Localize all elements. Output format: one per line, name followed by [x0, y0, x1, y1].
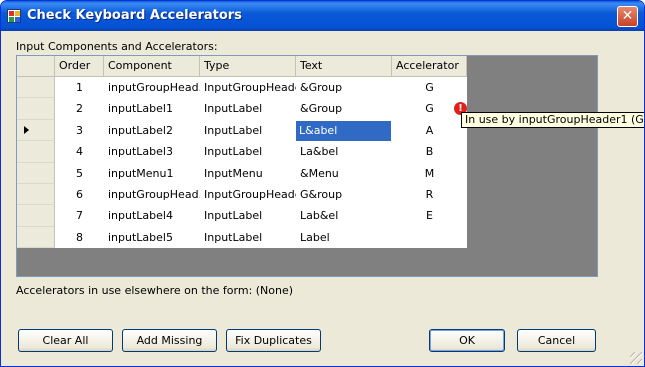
- table-row[interactable]: 1 inputGroupHead… InputGroupHeader &Group G: [17, 77, 467, 99]
- clear-all-button[interactable]: Clear All: [18, 329, 113, 352]
- type-cell[interactable]: InputMenu: [200, 163, 296, 184]
- accelerators-grid[interactable]: Order Component Type Text Accelerator 1i…: [16, 55, 598, 277]
- accelerator-cell[interactable]: B: [392, 141, 467, 162]
- grid-header: Order Component Type Text Accelerator: [17, 56, 467, 77]
- row-header[interactable]: [17, 98, 55, 120]
- accelerator-cell[interactable]: A: [392, 120, 467, 141]
- type-cell[interactable]: InputLabel: [200, 141, 296, 162]
- text-cell[interactable]: &Group: [296, 77, 392, 98]
- text-cell-editor[interactable]: L&abel: [296, 120, 391, 141]
- column-header-accelerator[interactable]: Accelerator: [392, 56, 467, 76]
- order-cell[interactable]: 4: [55, 141, 104, 162]
- column-header-component[interactable]: Component: [104, 56, 200, 76]
- order-cell[interactable]: 1: [55, 77, 104, 98]
- grid-label: Input Components and Accelerators:: [16, 40, 218, 53]
- accelerator-cell[interactable]: E: [392, 205, 467, 226]
- window-title: Check Keyboard Accelerators: [27, 8, 242, 23]
- accelerator-cell[interactable]: [392, 227, 467, 248]
- close-button[interactable]: ✕: [617, 6, 638, 27]
- type-cell[interactable]: InputLabel: [200, 98, 296, 119]
- elsewhere-accelerators-text: Accelerators in use elsewhere on the for…: [16, 284, 294, 297]
- order-cell[interactable]: 3: [55, 120, 104, 141]
- add-missing-button[interactable]: Add Missing: [122, 329, 217, 352]
- column-header-text[interactable]: Text: [296, 56, 392, 76]
- text-cell[interactable]: &Group: [296, 98, 392, 119]
- row-header[interactable]: [17, 77, 55, 99]
- table-row[interactable]: 6 inputGroupHead… InputGroupHeader G&roup R: [17, 183, 467, 206]
- type-cell[interactable]: InputLabel: [200, 227, 296, 248]
- text-cell[interactable]: Label: [296, 227, 392, 248]
- row-header[interactable]: [17, 141, 55, 163]
- duplicate-tooltip: In use by inputGroupHeader1 (Group): [461, 112, 644, 128]
- text-cell[interactable]: &Menu: [296, 163, 392, 184]
- component-cell[interactable]: inputMenu1: [104, 163, 200, 184]
- table-row[interactable]: 3 inputLabel2 InputLabel L&abel A: [17, 119, 467, 142]
- row-header[interactable]: [17, 162, 55, 184]
- order-cell[interactable]: 7: [55, 205, 104, 226]
- table-row[interactable]: 4 inputLabel3 InputLabel La&bel B: [17, 141, 467, 163]
- cancel-button[interactable]: Cancel: [517, 329, 596, 352]
- order-cell[interactable]: 6: [55, 184, 104, 205]
- text-cell[interactable]: G&roup: [296, 184, 392, 205]
- component-cell[interactable]: inputGroupHead…: [104, 184, 200, 205]
- current-row-arrow-icon: [24, 125, 29, 134]
- ok-button[interactable]: OK: [429, 329, 505, 352]
- row-header[interactable]: [17, 226, 55, 249]
- order-cell[interactable]: 5: [55, 163, 104, 184]
- accelerator-cell[interactable]: R: [392, 184, 467, 205]
- type-cell[interactable]: InputLabel: [200, 120, 296, 141]
- accelerator-cell[interactable]: M: [392, 163, 467, 184]
- component-cell[interactable]: inputLabel1: [104, 98, 200, 119]
- resize-grip-icon[interactable]: [630, 352, 642, 364]
- type-cell[interactable]: InputGroupHeader: [200, 77, 296, 98]
- component-cell[interactable]: inputLabel5: [104, 227, 200, 248]
- type-cell[interactable]: InputLabel: [200, 205, 296, 226]
- component-cell[interactable]: inputLabel4: [104, 205, 200, 226]
- row-header[interactable]: [17, 119, 55, 142]
- table-row[interactable]: 8 inputLabel5 InputLabel Label: [17, 226, 467, 249]
- order-cell[interactable]: 2: [55, 98, 104, 119]
- text-cell[interactable]: Lab&el: [296, 205, 392, 226]
- fix-duplicates-button[interactable]: Fix Duplicates: [226, 329, 321, 352]
- grid-rows: 1 inputGroupHead… InputGroupHeader &Group G 2…: [17, 77, 467, 249]
- text-cell[interactable]: La&bel: [296, 141, 392, 162]
- accelerator-cell[interactable]: G: [392, 77, 467, 98]
- table-row[interactable]: 5 inputMenu1 InputMenu &Menu M: [17, 162, 467, 184]
- table-row[interactable]: 2 inputLabel1 InputLabel &Group G: [17, 98, 467, 120]
- type-cell[interactable]: InputGroupHeader: [200, 184, 296, 205]
- app-icon: [7, 9, 21, 23]
- component-cell[interactable]: inputLabel2: [104, 120, 200, 141]
- row-header[interactable]: [17, 205, 55, 227]
- component-cell[interactable]: inputGroupHead…: [104, 77, 200, 98]
- component-cell[interactable]: inputLabel3: [104, 141, 200, 162]
- row-header[interactable]: [17, 183, 55, 206]
- text-cell[interactable]: L&abel: [296, 120, 392, 141]
- column-header-order[interactable]: Order: [55, 56, 104, 76]
- title-bar[interactable]: Check Keyboard Accelerators ✕: [1, 1, 644, 31]
- table-row[interactable]: 7 inputLabel4 InputLabel Lab&el E: [17, 205, 467, 227]
- column-header-type[interactable]: Type: [200, 56, 296, 76]
- row-header-corner: [17, 56, 55, 76]
- dialog-window: Check Keyboard Accelerators ✕ Input Comp…: [0, 0, 645, 367]
- order-cell[interactable]: 8: [55, 227, 104, 248]
